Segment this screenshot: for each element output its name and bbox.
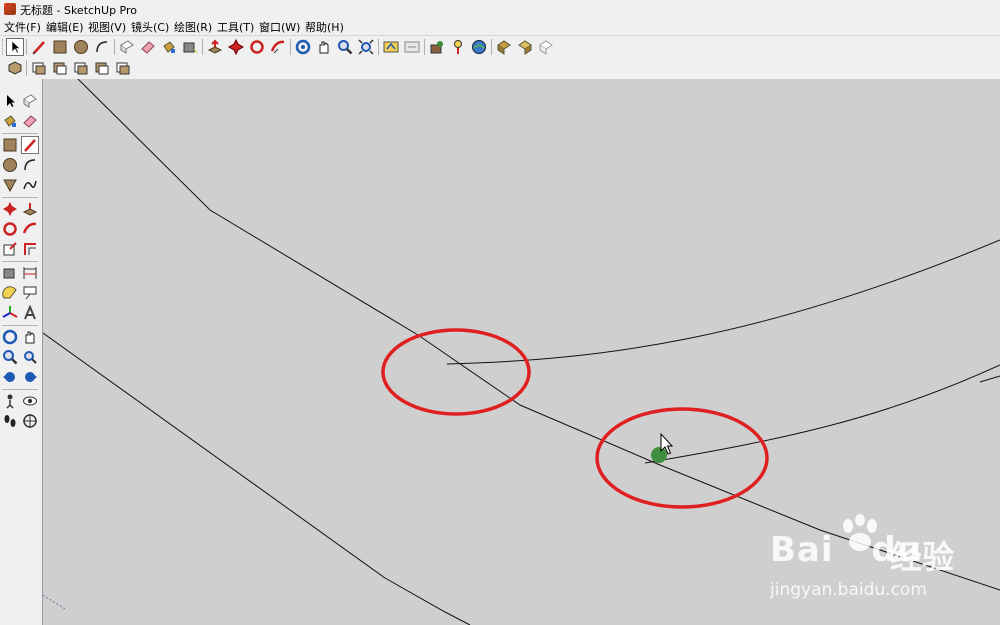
make-component-icon[interactable]	[119, 39, 135, 55]
paint-bucket-icon[interactable]	[161, 39, 177, 55]
select-icon[interactable]	[6, 38, 24, 56]
make-component-icon[interactable]	[22, 93, 38, 109]
sketchup-app-icon	[4, 3, 16, 15]
select-icon[interactable]	[2, 93, 18, 109]
toggle-terrain-icon[interactable]	[471, 39, 487, 55]
push-pull-icon[interactable]	[207, 39, 223, 55]
menu-bar: 文件(F) 编辑(E) 视图(V) 镜头(C) 绘图(R) 工具(T) 窗口(W…	[0, 18, 1000, 35]
previous-view-icon[interactable]	[2, 369, 18, 385]
palette-separator	[2, 261, 38, 262]
google-earth-icon[interactable]	[429, 39, 445, 55]
circle-icon[interactable]	[73, 39, 89, 55]
line-icon[interactable]	[21, 136, 39, 154]
menu-view[interactable]: 视图(V)	[88, 19, 126, 35]
position-camera-icon[interactable]	[2, 393, 18, 409]
window-title: 无标题 - SketchUp Pro	[20, 4, 138, 17]
look-around-icon[interactable]	[22, 393, 38, 409]
circle-icon[interactable]	[2, 157, 18, 173]
menu-tools[interactable]: 工具(T)	[217, 19, 254, 35]
get-current-view-icon[interactable]	[496, 39, 512, 55]
arc-icon[interactable]	[94, 39, 110, 55]
dimension-icon[interactable]	[22, 265, 38, 281]
right-view-icon[interactable]	[73, 60, 89, 76]
toolbar-separator	[378, 39, 379, 55]
axes-icon[interactable]	[2, 305, 18, 321]
move-icon[interactable]	[228, 38, 244, 56]
views-toolbar	[0, 57, 1000, 79]
orbit-icon[interactable]	[2, 329, 18, 345]
zoom-icon[interactable]	[2, 349, 18, 365]
follow-me-icon[interactable]	[22, 221, 38, 237]
section-plane-icon[interactable]	[22, 413, 38, 429]
share-model-icon[interactable]	[404, 39, 420, 55]
baidu-jingyan-watermark: Bai du 经验 jingyan.baidu.com	[770, 514, 1000, 625]
watermark-url: jingyan.baidu.com	[770, 580, 927, 600]
arc-icon[interactable]	[22, 157, 38, 173]
menu-camera[interactable]: 镜头(C)	[131, 19, 169, 35]
move-icon[interactable]	[2, 201, 18, 217]
main-toolbar	[0, 35, 1000, 58]
toolbar-separator	[26, 39, 27, 55]
menu-edit[interactable]: 编辑(E)	[46, 19, 84, 35]
jingyan-text: 经验	[890, 538, 955, 576]
eraser-icon[interactable]	[140, 39, 156, 55]
rotate-icon[interactable]	[2, 221, 18, 237]
next-view-icon[interactable]	[22, 369, 38, 385]
menu-help[interactable]: 帮助(H)	[305, 19, 344, 35]
tape-measure-icon[interactable]	[182, 39, 198, 55]
offset-icon[interactable]	[22, 241, 38, 257]
components-icon[interactable]	[538, 39, 554, 55]
front-view-icon[interactable]	[52, 60, 68, 76]
toolbar-separator	[424, 39, 425, 55]
freehand-icon[interactable]	[22, 177, 38, 193]
zoom-window-icon[interactable]	[22, 349, 38, 365]
rectangle-icon[interactable]	[2, 137, 18, 153]
toolbar-grip[interactable]	[2, 39, 6, 55]
scale-icon[interactable]	[2, 241, 18, 257]
zoom-icon[interactable]	[337, 39, 353, 55]
toolbar-separator	[491, 39, 492, 55]
iso-view-icon[interactable]	[7, 60, 23, 76]
photo-textures-icon[interactable]	[517, 39, 533, 55]
toolbar-separator	[26, 60, 27, 76]
polygon-icon[interactable]	[2, 177, 18, 193]
toolbar-separator	[202, 39, 203, 55]
toolbar-separator	[290, 39, 291, 55]
palette-separator	[2, 389, 38, 390]
tool-palette	[0, 79, 43, 625]
menu-file[interactable]: 文件(F)	[4, 19, 41, 35]
place-model-icon[interactable]	[450, 39, 466, 55]
pan-icon[interactable]	[22, 329, 38, 345]
pencil-icon[interactable]	[31, 39, 47, 55]
walk-icon[interactable]	[2, 413, 18, 429]
paint-bucket-icon[interactable]	[2, 113, 18, 129]
palette-separator	[2, 197, 38, 198]
zoom-extents-icon[interactable]	[358, 39, 374, 55]
push-pull-icon[interactable]	[22, 201, 38, 217]
eraser-icon[interactable]	[22, 113, 38, 129]
tape-measure-icon[interactable]	[2, 265, 18, 281]
get-models-icon[interactable]	[383, 39, 399, 55]
protractor-icon[interactable]	[2, 285, 18, 301]
palette-separator	[2, 325, 38, 326]
inference-endpoint	[651, 447, 667, 463]
toolbar-separator	[114, 39, 115, 55]
menu-draw[interactable]: 绘图(R)	[174, 19, 212, 35]
menu-window[interactable]: 窗口(W)	[259, 19, 300, 35]
text-icon[interactable]	[22, 285, 38, 301]
3d-text-icon[interactable]	[22, 304, 38, 321]
left-view-icon[interactable]	[115, 60, 131, 76]
rotate-icon[interactable]	[249, 39, 265, 55]
pan-icon[interactable]	[316, 39, 332, 55]
title-bar: 无标题 - SketchUp Pro	[0, 0, 1000, 18]
top-view-icon[interactable]	[31, 60, 47, 76]
palette-separator	[2, 133, 38, 134]
rectangle-icon[interactable]	[52, 39, 68, 55]
orbit-icon[interactable]	[295, 39, 311, 55]
follow-me-icon[interactable]	[270, 39, 286, 55]
back-view-icon[interactable]	[94, 60, 110, 76]
